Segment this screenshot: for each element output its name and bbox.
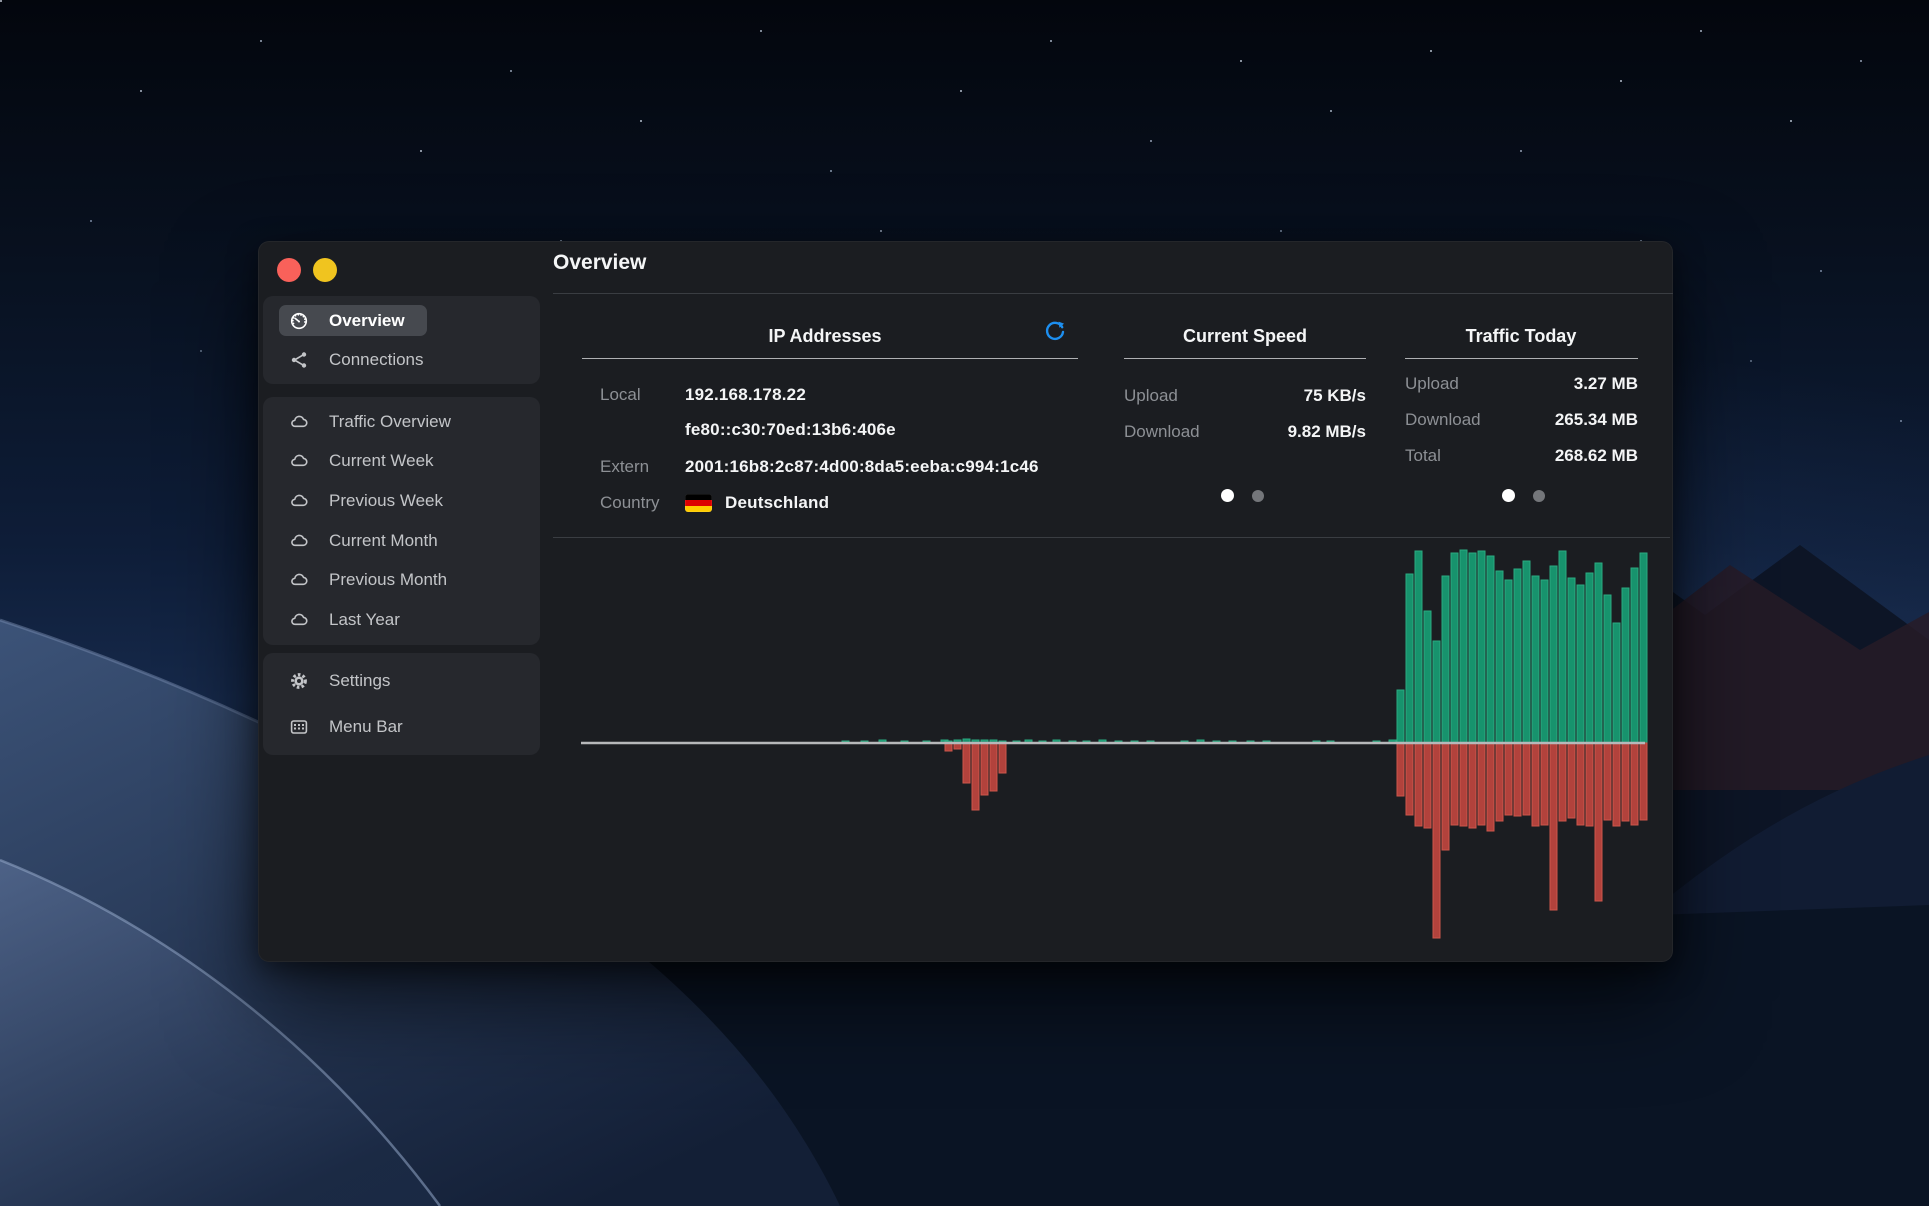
speed-page-dot-active[interactable] (1221, 489, 1234, 502)
sidebar-item-current-week[interactable]: Current Week (279, 446, 456, 477)
menubar-icon (289, 717, 309, 737)
speed-upload-value: 75 KB/s (1304, 386, 1366, 406)
traffic-today-underline (1405, 358, 1638, 359)
window-title: Overview (553, 251, 646, 275)
cloud-icon (289, 531, 309, 551)
sidebar-item-last-year[interactable]: Last Year (279, 605, 422, 636)
today-total-value: 268.62 MB (1555, 446, 1638, 466)
current-speed-underline (1124, 358, 1366, 359)
sidebar-item-current-month[interactable]: Current Month (279, 525, 460, 556)
current-speed-title: Current Speed (1095, 326, 1395, 347)
today-download-label: Download (1405, 410, 1481, 430)
sidebar-group-main: Overview Connections (263, 296, 540, 384)
today-upload-value: 3.27 MB (1574, 374, 1638, 394)
today-page-dot[interactable] (1533, 490, 1545, 502)
traffic-today-title: Traffic Today (1371, 326, 1671, 347)
speed-download-value: 9.82 MB/s (1288, 422, 1366, 442)
ip-country-value: Deutschland (725, 493, 829, 513)
sidebar-item-overview[interactable]: Overview (279, 305, 427, 336)
ip-extern-label: Extern (600, 457, 685, 477)
cloud-icon (289, 570, 309, 590)
sidebar-item-previous-week[interactable]: Previous Week (279, 486, 465, 517)
desktop: Overview Overview (0, 0, 1929, 1206)
cloud-icon (289, 610, 309, 630)
ip-addresses-title: IP Addresses (675, 326, 975, 347)
sidebar-group-app: Settings Menu Bar (263, 653, 540, 755)
ip-extern-value: 2001:16b8:2c87:4d00:8da5:eeba:c994:1c46 (685, 457, 1039, 477)
gauge-icon (289, 311, 309, 331)
ip-local-label: Local (600, 385, 685, 405)
ip-underline (582, 358, 1078, 359)
minimize-button[interactable] (313, 258, 337, 282)
ip-local-v6-value: fe80::c30:70ed:13b6:406e (685, 420, 896, 440)
ip-local-value: 192.168.178.22 (685, 385, 806, 405)
cloud-icon (289, 451, 309, 471)
title-divider (553, 293, 1673, 294)
share-icon (289, 350, 309, 370)
germany-flag-icon (685, 494, 712, 512)
speed-download-label: Download (1124, 422, 1200, 442)
close-button[interactable] (277, 258, 301, 282)
today-total-label: Total (1405, 446, 1441, 466)
today-page-dot-active[interactable] (1502, 489, 1515, 502)
app-window: Overview Overview (258, 241, 1673, 962)
chart-divider (553, 537, 1670, 538)
sidebar-item-menu-bar[interactable]: Menu Bar (279, 712, 425, 743)
sidebar-item-previous-month[interactable]: Previous Month (279, 565, 469, 596)
gear-icon (289, 671, 309, 691)
sidebar-item-label: Connections (329, 350, 424, 370)
refresh-icon (1043, 320, 1067, 344)
ip-country-label: Country (600, 493, 685, 513)
speed-page-dot[interactable] (1252, 490, 1264, 502)
sidebar-group-traffic: Traffic Overview Current Week Previous W… (263, 397, 540, 645)
speed-upload-label: Upload (1124, 386, 1178, 406)
today-upload-label: Upload (1405, 374, 1459, 394)
cloud-icon (289, 412, 309, 432)
sidebar-item-connections[interactable]: Connections (279, 344, 446, 375)
refresh-button[interactable] (1043, 320, 1067, 344)
sidebar-item-settings[interactable]: Settings (279, 666, 412, 697)
cloud-icon (289, 491, 309, 511)
today-download-value: 265.34 MB (1555, 410, 1638, 430)
sidebar-item-label: Overview (329, 311, 405, 331)
sidebar-item-traffic-overview[interactable]: Traffic Overview (279, 406, 473, 437)
